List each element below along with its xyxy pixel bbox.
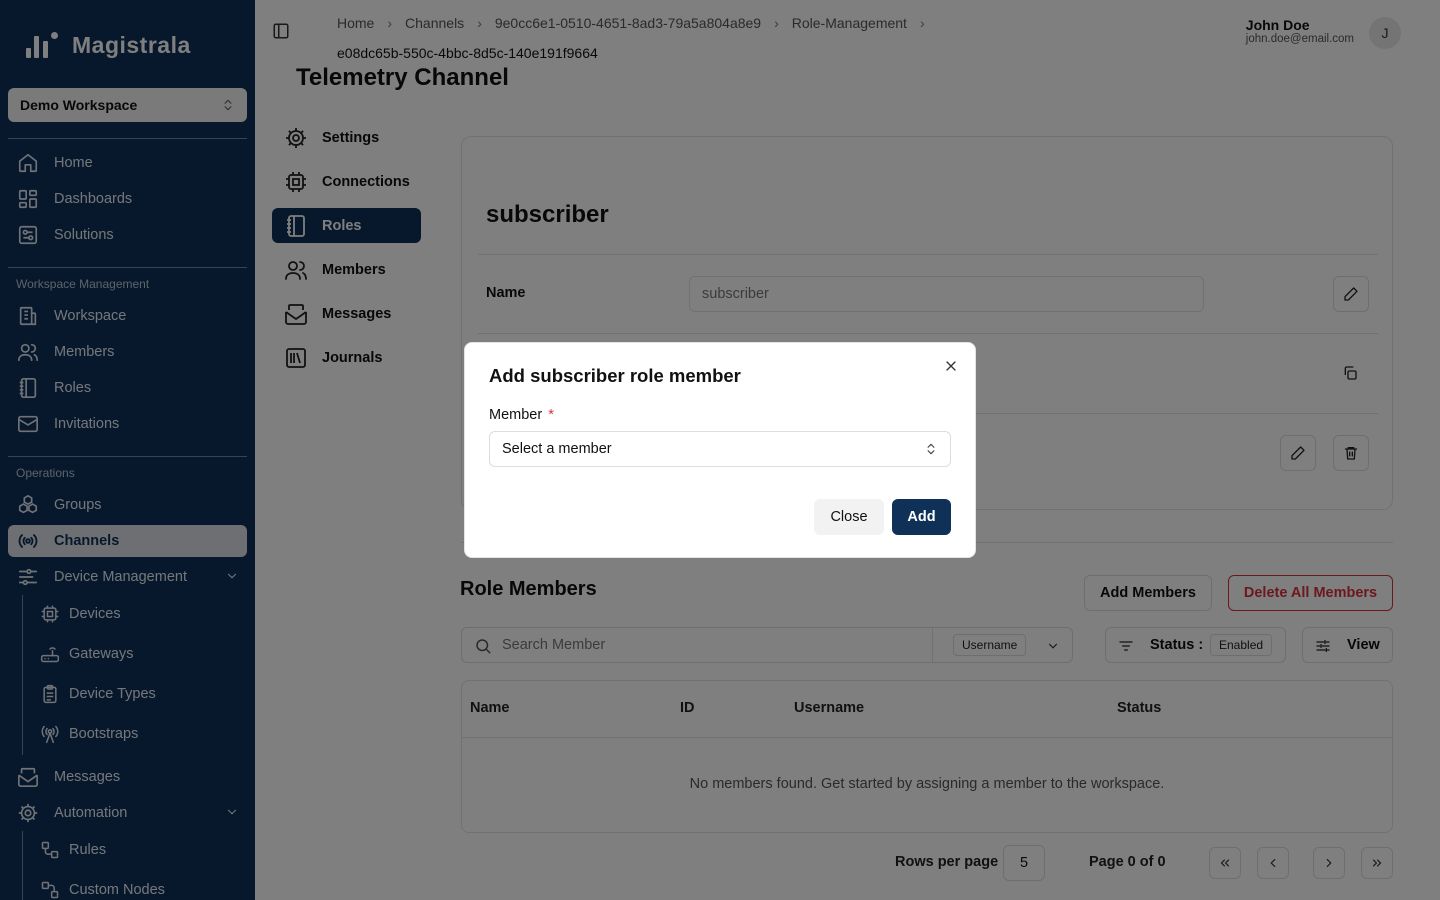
close-icon	[946, 361, 956, 371]
member-select-placeholder: Select a member	[502, 441, 612, 457]
dialog-close-button[interactable]	[943, 358, 961, 376]
chevrons-up-down-icon	[924, 442, 938, 456]
required-mark: *	[548, 407, 554, 423]
dialog-add-button[interactable]: Add	[892, 499, 951, 535]
dialog-title: Add subscriber role member	[489, 365, 741, 386]
member-label-text: Member	[489, 407, 543, 423]
add-role-member-dialog: Add subscriber role member Member * Selec…	[464, 342, 976, 558]
member-select[interactable]: Select a member	[489, 431, 951, 467]
member-field-label: Member *	[489, 407, 554, 423]
dialog-cancel-button[interactable]: Close	[814, 499, 884, 535]
